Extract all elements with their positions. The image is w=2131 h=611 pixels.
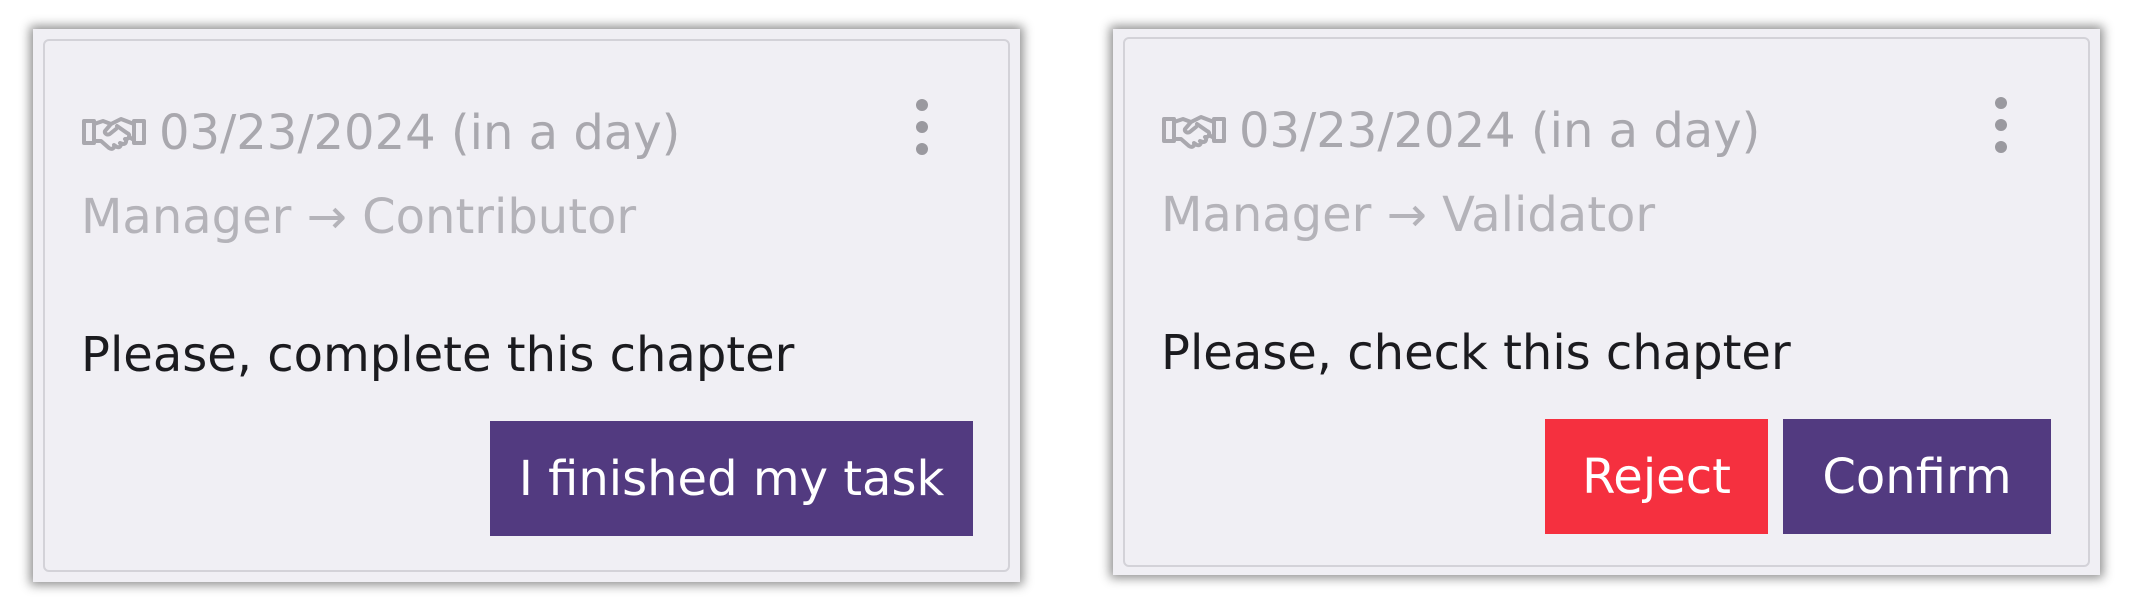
due-date-text: 03/23/2024 (in a day) (159, 105, 681, 161)
more-vertical-icon[interactable] (912, 99, 932, 155)
due-date: 03/23/2024 (in a day) (81, 109, 680, 157)
reject-button[interactable]: Reject (1545, 419, 1768, 534)
handshake-icon (1161, 111, 1227, 151)
task-message: Please, complete this chapter (81, 327, 795, 383)
task-panel-left: 03/23/2024 (in a day) Manager → Contribu… (33, 29, 1020, 582)
task-panel-right: 03/23/2024 (in a day) Manager → Validato… (1113, 29, 2100, 575)
handshake-icon (81, 113, 147, 153)
due-date-text: 03/23/2024 (in a day) (1239, 103, 1761, 159)
confirm-button[interactable]: Confirm (1783, 419, 2051, 534)
task-message: Please, check this chapter (1161, 325, 1791, 381)
role-assignment: Manager → Validator (1161, 187, 1656, 243)
role-assignment: Manager → Contributor (81, 189, 637, 245)
task-card-validator: 03/23/2024 (in a day) Manager → Validato… (1123, 37, 2090, 567)
finished-task-button[interactable]: I finished my task (490, 421, 973, 536)
due-date: 03/23/2024 (in a day) (1161, 107, 1760, 155)
task-card-contributor: 03/23/2024 (in a day) Manager → Contribu… (43, 39, 1010, 572)
more-vertical-icon[interactable] (1991, 97, 2011, 153)
